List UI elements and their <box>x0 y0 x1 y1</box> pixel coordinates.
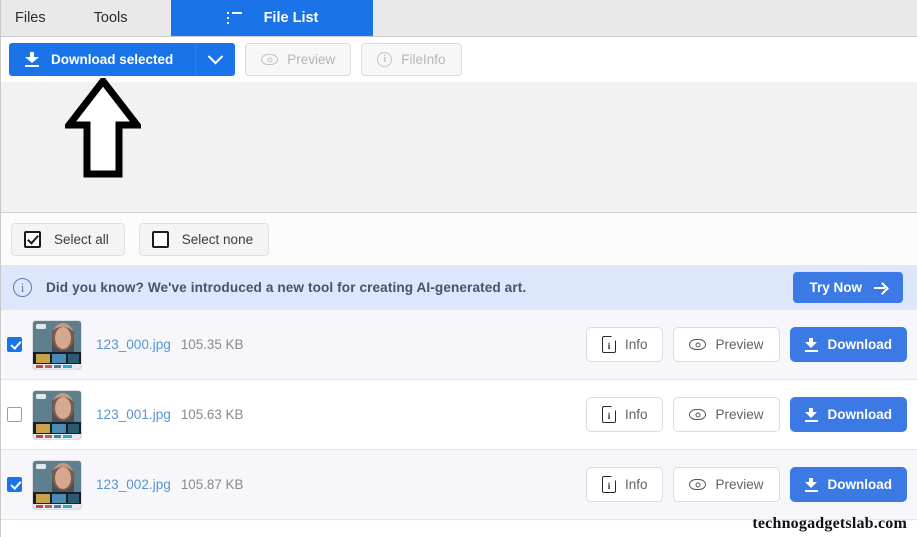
row-download-label: Download <box>827 337 893 352</box>
eye-icon <box>689 339 707 350</box>
row-preview-label: Preview <box>715 337 764 352</box>
row-download-label: Download <box>827 407 893 422</box>
fileinfo-button[interactable]: i FileInfo <box>361 43 462 76</box>
download-options-dropdown-button[interactable] <box>195 43 236 76</box>
download-icon <box>804 477 818 492</box>
download-selected-label: Download selected <box>51 52 174 67</box>
file-name-link[interactable]: 123_002.jpg <box>96 477 171 492</box>
arrow-right-icon <box>874 283 887 293</box>
eye-icon <box>261 54 279 65</box>
select-all-label: Select all <box>54 231 109 247</box>
file-list: 123_000.jpg 105.35 KB i Info Preview Dow… <box>1 310 917 520</box>
download-selected-button[interactable]: Download selected <box>9 43 196 76</box>
row-download-label: Download <box>827 477 893 492</box>
main-toolbar: Download selected Preview i FileInfo <box>1 37 917 82</box>
eye-icon <box>689 479 707 490</box>
menu-item-tools[interactable]: Tools <box>72 0 150 36</box>
file-size: 105.87 KB <box>180 477 244 492</box>
info-circle-icon: i <box>13 278 32 297</box>
select-all-button[interactable]: Select all <box>11 222 125 256</box>
download-icon <box>804 337 818 352</box>
download-icon <box>25 52 39 67</box>
site-watermark: technogadgetslab.com <box>752 515 907 532</box>
menu-item-tools-label: Tools <box>93 10 128 26</box>
file-name-link[interactable]: 123_000.jpg <box>96 337 171 352</box>
fileinfo-button-label: FileInfo <box>401 52 446 67</box>
download-selected-split-button: Download selected <box>9 43 236 76</box>
empty-content-area <box>1 82 917 213</box>
info-circle-icon: i <box>377 52 393 67</box>
eye-icon <box>689 409 707 420</box>
document-info-icon: i <box>601 476 616 493</box>
file-name-link[interactable]: 123_001.jpg <box>96 407 171 422</box>
row-info-button[interactable]: i Info <box>585 397 664 432</box>
file-size: 105.35 KB <box>180 337 244 352</box>
row-info-button[interactable]: i Info <box>585 467 664 502</box>
row-info-label: Info <box>624 337 648 352</box>
chevron-down-icon <box>208 48 224 65</box>
file-manager-window: Files Tools File List Download selected <box>0 0 917 537</box>
document-info-icon: i <box>601 336 616 353</box>
row-checkbox[interactable] <box>7 337 22 352</box>
row-preview-label: Preview <box>715 477 764 492</box>
document-info-icon: i <box>601 406 616 423</box>
row-preview-button[interactable]: Preview <box>673 397 780 432</box>
row-preview-label: Preview <box>715 407 764 422</box>
file-size: 105.63 KB <box>180 407 244 422</box>
row-preview-button[interactable]: Preview <box>673 467 780 502</box>
preview-button[interactable]: Preview <box>245 43 352 76</box>
row-info-button[interactable]: i Info <box>585 327 664 362</box>
select-none-button[interactable]: Select none <box>138 222 270 256</box>
file-thumbnail <box>32 459 82 510</box>
row-download-button[interactable]: Download <box>789 327 907 362</box>
download-icon <box>804 407 818 422</box>
tab-file-list[interactable]: File List <box>171 0 374 36</box>
menu-item-files-label: Files <box>15 10 46 26</box>
table-row[interactable]: 123_000.jpg 105.35 KB i Info Preview Dow… <box>1 310 917 380</box>
row-download-button[interactable]: Download <box>789 467 907 502</box>
try-now-button[interactable]: Try Now <box>793 272 903 303</box>
promo-banner: i Did you know? We've introduced a new t… <box>1 265 917 310</box>
file-thumbnail <box>32 389 82 440</box>
selection-toolbar: Select all Select none <box>1 213 917 265</box>
row-preview-button[interactable]: Preview <box>673 327 780 362</box>
menu-bar: Files Tools File List <box>1 0 917 37</box>
tab-file-list-label: File List <box>263 10 319 26</box>
row-download-button[interactable]: Download <box>789 397 907 432</box>
promo-banner-text: Did you know? We've introduced a new too… <box>46 280 527 295</box>
row-info-label: Info <box>624 407 648 422</box>
checkbox-checked-icon <box>24 230 41 248</box>
list-icon <box>226 12 242 24</box>
checkbox-empty-icon <box>151 230 169 248</box>
file-thumbnail <box>32 319 82 370</box>
select-none-label: Select none <box>181 231 254 247</box>
menu-item-files[interactable]: Files <box>1 0 72 36</box>
row-checkbox[interactable] <box>7 407 22 422</box>
row-actions: i Info Preview Download <box>585 467 907 502</box>
table-row[interactable]: 123_001.jpg 105.63 KB i Info Preview Dow… <box>1 380 917 450</box>
try-now-label: Try Now <box>809 280 862 295</box>
row-info-label: Info <box>624 477 648 492</box>
row-checkbox[interactable] <box>7 477 22 492</box>
row-actions: i Info Preview Download <box>585 327 907 362</box>
table-row[interactable]: 123_002.jpg 105.87 KB i Info Preview Dow… <box>1 450 917 520</box>
preview-button-label: Preview <box>287 52 336 67</box>
row-actions: i Info Preview Download <box>585 397 907 432</box>
